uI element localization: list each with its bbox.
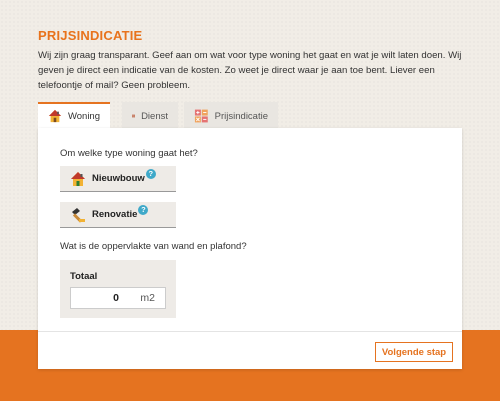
tab-prijsindicatie[interactable]: Prijsindicatie: [184, 102, 278, 128]
tab-dienst[interactable]: Dienst: [122, 102, 178, 128]
tab-label: Prijsindicatie: [214, 110, 268, 122]
tab-label: Woning: [67, 110, 100, 122]
question-area: Wat is de oppervlakte van wand en plafon…: [60, 241, 247, 252]
question-type: Om welke type woning gaat het?: [60, 148, 198, 159]
area-unit: m2: [140, 292, 155, 304]
form-panel: Om welke type woning gaat het? Nieuwbouw…: [38, 128, 462, 369]
hammer-icon: [72, 207, 85, 223]
area-box: Totaal 0 m2: [60, 260, 176, 318]
help-icon[interactable]: ?: [145, 168, 156, 179]
calculator-icon: [194, 109, 208, 123]
option-label: Renovatie: [92, 209, 138, 220]
tab-woning[interactable]: Woning: [38, 102, 110, 128]
option-nieuwbouw-button[interactable]: Nieuwbouw ?: [60, 166, 176, 192]
area-value: 0: [113, 292, 119, 304]
option-renovatie-button[interactable]: Renovatie ?: [60, 202, 176, 228]
step-tabs: Woning Dienst Prijsindicatie: [38, 102, 280, 128]
house-icon: [71, 171, 85, 186]
divider: [38, 331, 462, 332]
page-title: PRIJSINDICATIE: [38, 28, 143, 43]
intro-text: Wij zijn graag transparant. Geef aan om …: [38, 50, 462, 91]
brick-wall-icon: [132, 114, 136, 118]
option-label: Nieuwbouw: [92, 173, 145, 184]
tab-label: Dienst: [141, 110, 168, 122]
next-step-button[interactable]: Volgende stap: [375, 342, 453, 362]
help-icon[interactable]: ?: [138, 204, 149, 215]
area-input[interactable]: 0 m2: [70, 287, 166, 309]
house-icon: [48, 109, 62, 123]
area-label: Totaal: [70, 271, 98, 282]
